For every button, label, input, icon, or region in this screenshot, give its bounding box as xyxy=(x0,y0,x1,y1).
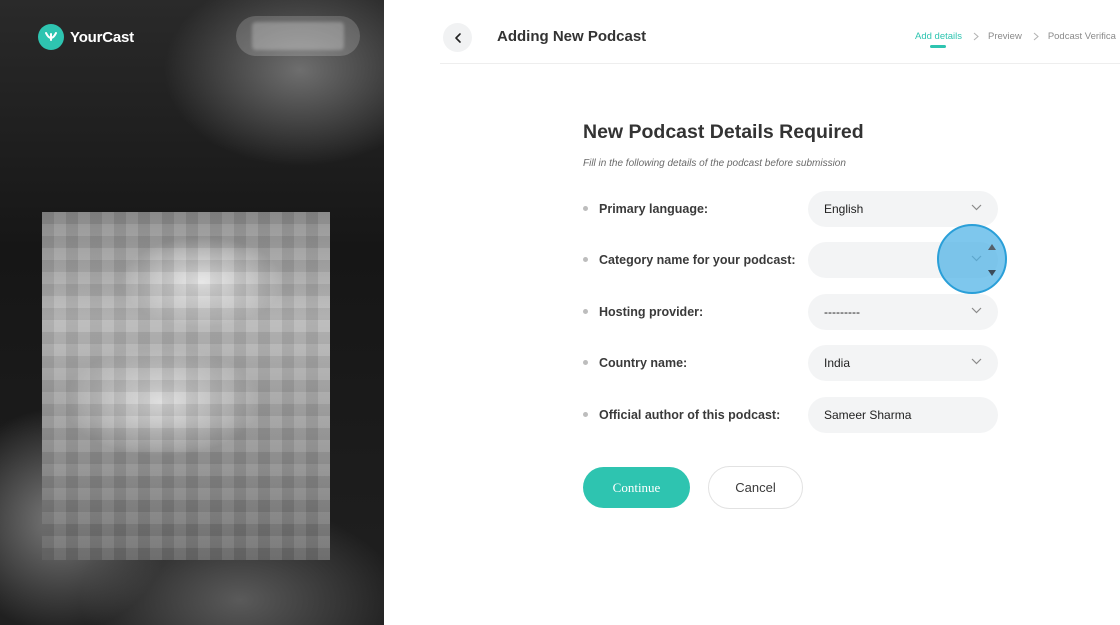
page-title: Adding New Podcast xyxy=(497,28,647,45)
bullet xyxy=(583,412,588,417)
input-value: Sameer Sharma xyxy=(824,408,912,422)
caret-up-icon xyxy=(988,244,996,250)
field-label: Official author of this podcast: xyxy=(599,408,781,422)
chevron-left-icon xyxy=(454,32,461,43)
author-input[interactable]: Sameer Sharma xyxy=(808,397,998,433)
header-divider xyxy=(440,63,1120,64)
progress-steps: Add details Preview Podcast Verifica xyxy=(915,31,1116,48)
country-select[interactable]: India xyxy=(808,345,998,381)
header: Adding New Podcast Add details Preview P… xyxy=(384,0,1120,64)
chevron-down-icon xyxy=(971,358,982,365)
form-row-country: Country name: India xyxy=(583,345,1003,381)
form-title: New Podcast Details Required xyxy=(583,121,864,143)
form-subtitle: Fill in the following details of the pod… xyxy=(583,158,846,169)
chevron-right-icon xyxy=(1033,32,1039,41)
form-row-hosting-provider: Hosting provider: --------- xyxy=(583,294,1003,330)
chevron-down-icon xyxy=(971,204,982,211)
chevron-right-icon xyxy=(973,32,979,41)
form-row-primary-language: Primary language: English xyxy=(583,191,1003,227)
field-label: Country name: xyxy=(599,356,688,370)
podcast-logo-icon xyxy=(38,24,64,50)
select-value: India xyxy=(824,356,851,370)
form-row-author: Official author of this podcast: Sameer … xyxy=(583,397,1003,433)
primary-language-select[interactable]: English xyxy=(808,191,998,227)
step-add-details[interactable]: Add details xyxy=(915,31,962,48)
step-preview[interactable]: Preview xyxy=(988,31,1022,42)
brand[interactable]: YourCast xyxy=(38,24,134,50)
blurred-cover-image xyxy=(42,212,330,560)
select-value: --------- xyxy=(824,305,860,319)
select-value: English xyxy=(824,202,864,216)
left-cover-panel: YourCast xyxy=(0,0,384,625)
bullet xyxy=(583,206,588,211)
hosting-provider-select[interactable]: --------- xyxy=(808,294,998,330)
continue-button[interactable]: Continue xyxy=(583,467,690,508)
blurred-label xyxy=(252,22,344,50)
bullet xyxy=(583,309,588,314)
bullet xyxy=(583,257,588,262)
field-label: Hosting provider: xyxy=(599,305,704,319)
caret-down-icon xyxy=(988,270,996,276)
step-podcast-verification[interactable]: Podcast Verifica xyxy=(1048,31,1116,42)
cursor-highlight xyxy=(937,224,1007,294)
field-label: Category name for your podcast: xyxy=(599,253,796,267)
chevron-down-icon xyxy=(971,307,982,314)
field-label: Primary language: xyxy=(599,202,709,216)
bullet xyxy=(583,360,588,365)
cancel-button[interactable]: Cancel xyxy=(708,466,803,509)
back-button[interactable] xyxy=(443,23,472,52)
brand-name: YourCast xyxy=(70,28,134,46)
account-button[interactable] xyxy=(236,16,360,56)
